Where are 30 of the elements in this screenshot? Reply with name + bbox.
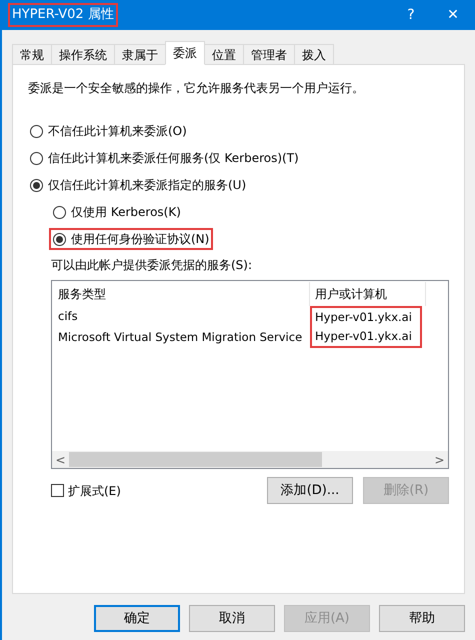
default-button[interactable]: 确定 bbox=[94, 605, 180, 632]
table-cell-text: Microsoft Virtual System Migration Service bbox=[57, 328, 304, 346]
column-header[interactable]: 服务类型 bbox=[52, 282, 310, 306]
radio-option[interactable]: 仅信任此计算机来委派指定的服务(U) bbox=[28, 176, 248, 194]
column-header[interactable]: 用户或计算机 bbox=[310, 282, 426, 306]
radio-option[interactable]: 信任此计算机来委派任何服务(仅 Kerberos)(T) bbox=[28, 149, 301, 167]
radio-option[interactable]: 使用任何身份验证协议(N) bbox=[51, 230, 212, 248]
help-button[interactable]: ? bbox=[391, 4, 431, 26]
dialog-button[interactable]: 帮助 bbox=[379, 605, 465, 632]
expanded-checkbox[interactable]: 扩展式(E) bbox=[51, 482, 121, 500]
description-text: 委派是一个安全敏感的操作，它允许服务代表另一个用户运行。 bbox=[28, 80, 365, 97]
close-button[interactable]: ✕ bbox=[431, 4, 475, 26]
radio-option[interactable]: 仅使用 Kerberos(K) bbox=[51, 203, 183, 221]
horizontal-scrollbar[interactable]: < > bbox=[52, 451, 448, 468]
scroll-right-button[interactable]: > bbox=[431, 450, 448, 468]
tab[interactable]: 委派 bbox=[165, 41, 205, 65]
radio-circle[interactable] bbox=[30, 178, 43, 192]
radio-option[interactable]: 不信任此计算机来委派(O) bbox=[28, 122, 189, 140]
dialog-button[interactable]: 取消 bbox=[189, 605, 275, 632]
tab[interactable]: 拨入 bbox=[294, 44, 334, 65]
dialog-button[interactable]: 添加(D)... bbox=[267, 477, 353, 504]
table-cell: Hyper-v01.ykx.ai bbox=[310, 327, 422, 348]
radio-circle[interactable] bbox=[53, 232, 66, 246]
scroll-left-button[interactable]: < bbox=[52, 450, 69, 468]
table-cell-text: cifs bbox=[57, 308, 79, 325]
services-label: 可以由此帐户提供委派凭据的服务(S): bbox=[51, 257, 254, 274]
scrollbar-thumb[interactable] bbox=[69, 452, 322, 467]
tab[interactable]: 常规 bbox=[12, 44, 52, 65]
table-cell: Hyper-v01.ykx.ai bbox=[310, 306, 422, 327]
window-title: HYPER-V02 属性 bbox=[10, 5, 116, 25]
